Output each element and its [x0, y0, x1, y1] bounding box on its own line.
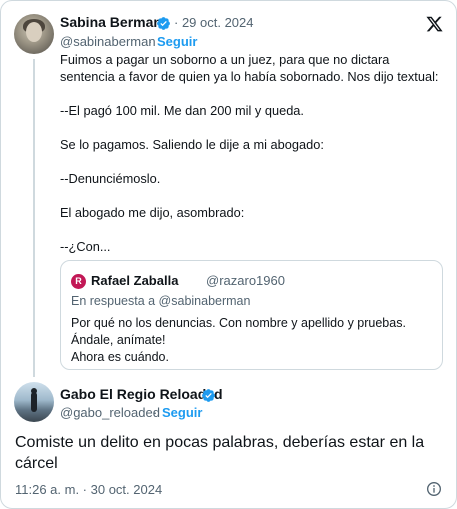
quoted-line: Ahora es cuándo.: [71, 350, 169, 364]
quoted-author-handle[interactable]: @razaro1960: [206, 273, 285, 288]
tweet-date[interactable]: · 29 oct. 2024: [174, 15, 254, 30]
x-logo-icon[interactable]: [425, 15, 444, 33]
verified-badge-icon: [202, 389, 215, 402]
separator-dot: ·: [148, 34, 153, 49]
avatar-figure: [31, 392, 37, 412]
tweet-body: Fuimos a pagar un soborno a un juez, par…: [60, 51, 445, 255]
thread-connector-line: [33, 59, 35, 377]
reply-text: Comiste un delito en pocas palabras, deb…: [15, 434, 425, 472]
quoted-tweet[interactable]: R Rafael Zaballa @razaro1960 En respuest…: [60, 260, 443, 370]
embedded-tweet-card: Sabina Berman · 29 oct. 2024 @sabinaberm…: [0, 0, 457, 509]
quoted-text: Por qué no los denuncias. Con nombre y a…: [71, 315, 431, 366]
tweet-paragraph: --El pagó 100 mil. Me dan 200 mil y qued…: [60, 103, 304, 118]
follow-button[interactable]: Seguir: [157, 34, 197, 49]
quoted-author-name[interactable]: Rafael Zaballa: [91, 273, 178, 288]
reply-author-handle[interactable]: @gabo_reloaded: [60, 405, 160, 420]
quoted-avatar[interactable]: R: [71, 274, 86, 289]
quoted-reply-to: En respuesta a @sabinaberman: [71, 294, 251, 308]
reply-author-name[interactable]: Gabo El Regio Reloaded: [60, 386, 223, 402]
separator-dot: ·: [153, 405, 158, 420]
avatar-face: [26, 22, 42, 42]
quoted-line: Por qué no los denuncias. Con nombre y a…: [71, 316, 406, 330]
author-handle[interactable]: @sabinaberman: [60, 34, 156, 49]
author-name[interactable]: Sabina Berman: [60, 14, 162, 30]
tweet-paragraph: El abogado me dijo, asombrado:: [60, 205, 245, 220]
info-icon[interactable]: [426, 481, 442, 497]
tweet-paragraph: --Denunciémoslo.: [60, 171, 161, 186]
tweet-paragraph: Fuimos a pagar un soborno a un juez, par…: [60, 52, 439, 84]
tweet-paragraph: Se lo pagamos. Saliendo le dije a mi abo…: [60, 137, 324, 152]
verified-badge-icon: [157, 17, 170, 30]
reply-follow-button[interactable]: Seguir: [162, 405, 202, 420]
quoted-line: Ándale, anímate!: [71, 333, 166, 347]
avatar-sabina-berman[interactable]: [14, 14, 54, 54]
reply-timestamp[interactable]: 11:26 a. m. · 30 oct. 2024: [15, 482, 162, 497]
avatar-gabo[interactable]: [14, 382, 54, 422]
tweet-paragraph: --¿Con...: [60, 239, 111, 254]
